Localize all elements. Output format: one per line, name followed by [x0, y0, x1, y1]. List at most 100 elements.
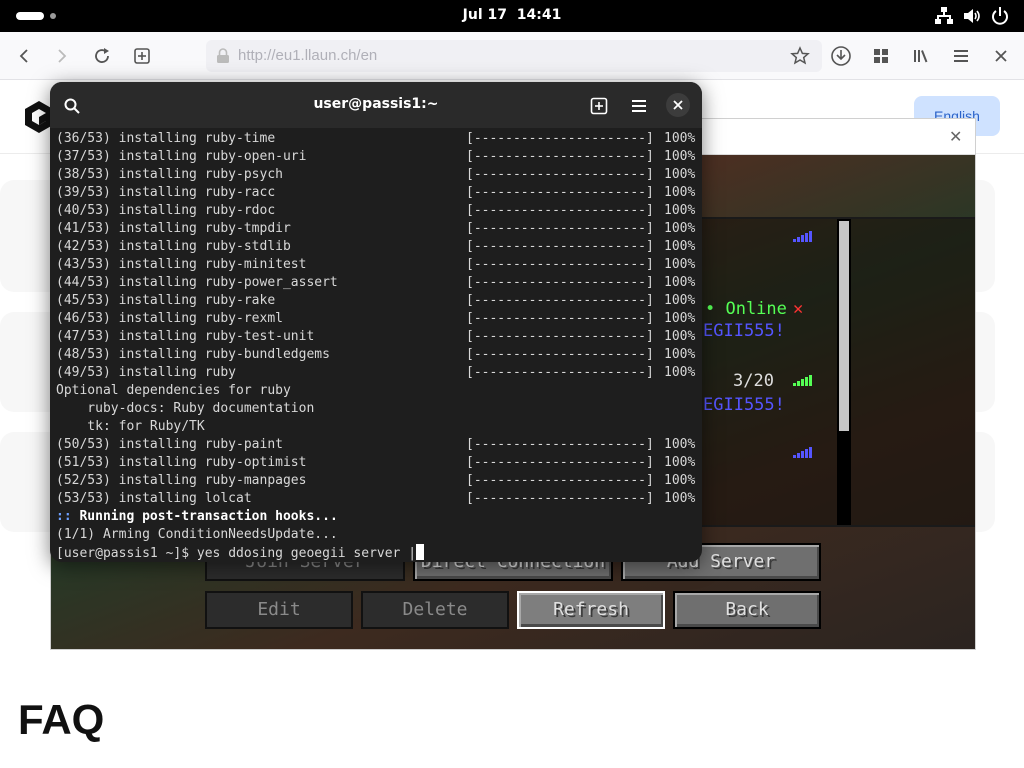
system-top-bar: Jul 17 14:41 [0, 0, 1024, 32]
install-text: (48/53) installing ruby-bundledgems [56, 347, 330, 362]
terminal-line: (1/1) Arming ConditionNeedsUpdate... [56, 527, 338, 542]
lock-icon[interactable] [216, 48, 230, 68]
progress-percent: 100% [664, 131, 696, 146]
progress-percent: 100% [664, 167, 696, 182]
edit-button[interactable]: Edit [205, 591, 353, 629]
install-line: (36/53) installing ruby-time [-----------… [56, 130, 700, 148]
network-icon[interactable] [934, 6, 954, 26]
progress-bar: [----------------------] [466, 365, 654, 380]
progress-bar: [----------------------] [466, 437, 654, 452]
install-line: (51/53) installing ruby-optimist [-------… [56, 454, 700, 472]
install-text: (36/53) installing ruby-time [56, 131, 276, 146]
progress-bar: [----------------------] [466, 167, 654, 182]
install-line: (50/53) installing ruby-paint [----------… [56, 436, 700, 454]
terminal-output[interactable]: (36/53) installing ruby-time [-----------… [56, 130, 700, 562]
install-text: (44/53) installing ruby-power_assert [56, 275, 338, 290]
server-name: EGII555! [703, 321, 785, 341]
faq-heading: FAQ [18, 696, 105, 743]
player-count: 3/20 [733, 371, 774, 391]
install-text: (43/53) installing ruby-minitest [56, 257, 307, 272]
install-text: (42/53) installing ruby-stdlib [56, 239, 291, 254]
prompt-line[interactable]: [user@passis1 ~]$ yes ddosing geoegii se… [56, 544, 700, 562]
install-text: (50/53) installing ruby-paint [56, 437, 283, 452]
menu-icon[interactable] [625, 92, 653, 120]
clock-time: 14:41 [516, 7, 562, 23]
progress-percent: 100% [664, 185, 696, 200]
back-icon[interactable] [10, 42, 38, 70]
close-icon[interactable]: ✕ [949, 127, 962, 146]
power-icon[interactable] [990, 6, 1010, 26]
hook-text: Running post-transaction hooks... [79, 509, 338, 524]
progress-bar: [----------------------] [466, 329, 654, 344]
refresh-button[interactable]: Refresh [517, 591, 665, 629]
extensions-icon[interactable] [867, 42, 895, 70]
progress-percent: 100% [664, 329, 696, 344]
install-text: (40/53) installing ruby-rdoc [56, 203, 276, 218]
progress-percent: 100% [664, 437, 696, 452]
progress-percent: 100% [664, 149, 696, 164]
new-tab-icon[interactable] [128, 42, 156, 70]
text-cursor [416, 544, 425, 560]
address-bar[interactable]: http://eu1.llaun.ch/en [206, 40, 822, 72]
install-line: (44/53) installing ruby-power_assert [---… [56, 274, 700, 292]
progress-bar: [----------------------] [466, 473, 654, 488]
install-lines: (50/53) installing ruby-paint [----------… [56, 436, 700, 508]
terminal-line: Optional dependencies for ruby [56, 383, 291, 398]
install-text: (39/53) installing ruby-racc [56, 185, 276, 200]
close-icon[interactable] [987, 42, 1015, 70]
terminal-line: :: Running post-transaction hooks... [56, 508, 700, 526]
clock[interactable]: Jul 17 14:41 [0, 7, 1024, 23]
install-text: (38/53) installing ruby-psych [56, 167, 283, 182]
progress-bar: [----------------------] [466, 149, 654, 164]
progress-percent: 100% [664, 221, 696, 236]
install-line: (47/53) installing ruby-test-unit [------… [56, 328, 700, 346]
install-text: (37/53) installing ruby-open-uri [56, 149, 307, 164]
menu-icon[interactable] [947, 42, 975, 70]
delete-button[interactable]: Delete [361, 591, 509, 629]
x-icon: ✕ [793, 299, 804, 319]
terminal-line: tk: for Ruby/TK [56, 419, 205, 434]
signal-icon [793, 231, 812, 242]
url-text: http://eu1.llaun.ch/en [238, 47, 378, 64]
bookmark-star-icon[interactable] [790, 46, 810, 70]
install-line: (45/53) installing ruby-rake [-----------… [56, 292, 700, 310]
progress-bar: [----------------------] [466, 455, 654, 470]
library-icon[interactable] [907, 42, 935, 70]
install-line: (37/53) installing ruby-open-uri [-------… [56, 148, 700, 166]
install-text: (47/53) installing ruby-test-unit [56, 329, 315, 344]
progress-bar: [----------------------] [466, 347, 654, 362]
install-text: (46/53) installing ruby-rexml [56, 311, 283, 326]
install-text: (49/53) installing ruby [56, 365, 237, 380]
install-line: (43/53) installing ruby-minitest [-------… [56, 256, 700, 274]
install-text: (45/53) installing ruby-rake [56, 293, 276, 308]
scrollbar-thumb[interactable] [839, 221, 849, 431]
download-icon[interactable] [827, 42, 855, 70]
progress-percent: 100% [664, 275, 696, 290]
typed-command: yes ddosing geoegii server | [196, 546, 417, 561]
install-text: (41/53) installing ruby-tmpdir [56, 221, 291, 236]
terminal-window[interactable]: user@passis1:~ (36/53) installing ruby-t… [50, 82, 702, 562]
progress-bar: [----------------------] [466, 221, 654, 236]
new-tab-icon[interactable] [585, 92, 613, 120]
install-line: (53/53) installing lolcat [--------------… [56, 490, 700, 508]
progress-percent: 100% [664, 311, 696, 326]
shell-prompt: [user@passis1 ~]$ [56, 546, 197, 561]
reload-icon[interactable] [88, 42, 116, 70]
server-name: EGII555! [703, 395, 785, 415]
close-icon[interactable] [666, 93, 690, 117]
back-button[interactable]: Back [673, 591, 821, 629]
install-line: (42/53) installing ruby-stdlib [---------… [56, 238, 700, 256]
progress-bar: [----------------------] [466, 185, 654, 200]
progress-percent: 100% [664, 347, 696, 362]
server-status: • Online [705, 299, 787, 319]
progress-bar: [----------------------] [466, 293, 654, 308]
volume-icon[interactable] [962, 6, 982, 26]
clock-date: Jul 17 [462, 7, 507, 23]
progress-percent: 100% [664, 257, 696, 272]
terminal-headerbar[interactable]: user@passis1:~ [50, 82, 702, 128]
install-line: (52/53) installing ruby-manpages [-------… [56, 472, 700, 490]
progress-percent: 100% [664, 365, 696, 380]
terminal-line: ruby-docs: Ruby documentation [56, 401, 315, 416]
progress-bar: [----------------------] [466, 491, 654, 506]
forward-icon[interactable] [48, 42, 76, 70]
